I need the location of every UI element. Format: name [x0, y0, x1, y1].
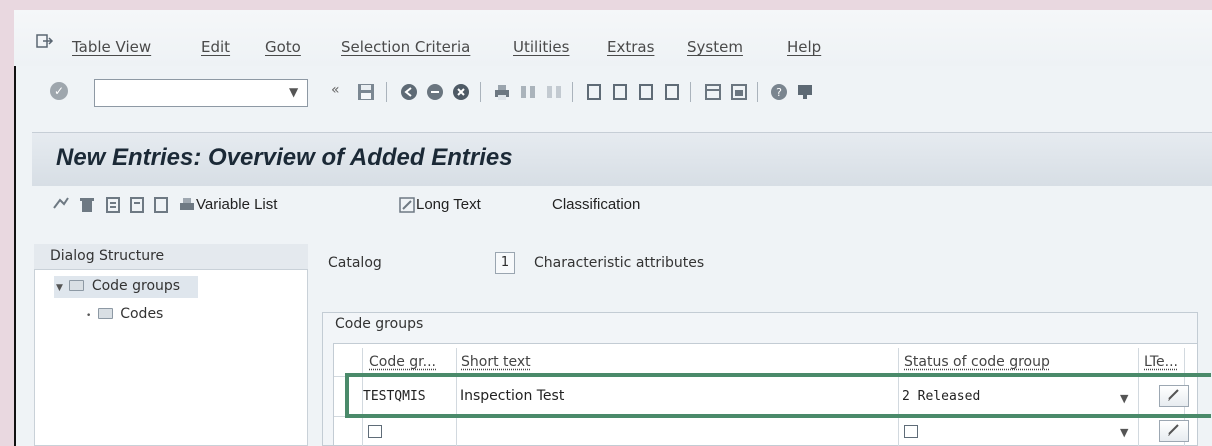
toolbar-separator — [480, 82, 481, 102]
command-field-dropdown-icon[interactable]: ▼ — [289, 85, 298, 99]
svg-text:?: ? — [776, 86, 782, 99]
code-groups-title: Code groups — [335, 316, 424, 332]
expand-icon[interactable]: ▼ — [56, 283, 63, 293]
folder-icon — [69, 280, 85, 291]
folder-icon — [97, 308, 113, 319]
menu-edit[interactable]: Edit — [201, 38, 230, 56]
dialog-structure-panel — [34, 244, 308, 446]
checkbox-icon[interactable] — [904, 425, 918, 438]
menu-help[interactable]: Help — [787, 38, 821, 56]
customize-layout-icon[interactable] — [795, 82, 815, 102]
first-page-icon[interactable] — [584, 82, 604, 102]
column-header-code-group[interactable]: Code gr... — [369, 354, 436, 370]
enter-icon[interactable]: ✓ — [50, 82, 68, 100]
menu-utilities[interactable]: Utilities — [513, 38, 569, 56]
exit-icon[interactable] — [425, 82, 445, 102]
catalog-description: Characteristic attributes — [534, 255, 705, 271]
display-change-icon[interactable] — [52, 196, 70, 214]
create-session-icon[interactable] — [703, 82, 723, 102]
menu-goto[interactable]: Goto — [265, 38, 301, 56]
toolbar-separator — [690, 82, 691, 102]
tree-item-label: Codes — [120, 306, 164, 322]
history-back-icon[interactable]: « — [331, 82, 340, 98]
column-header-status[interactable]: Status of code group — [904, 354, 1050, 370]
column-header-short-text[interactable]: Short text — [461, 354, 531, 370]
find-next-icon[interactable] — [544, 82, 564, 102]
previous-page-icon[interactable] — [610, 82, 630, 102]
long-text-icon[interactable] — [398, 196, 416, 214]
print-icon[interactable] — [178, 196, 196, 214]
menu-table-view[interactable]: Table View — [72, 38, 151, 56]
last-page-icon[interactable] — [662, 82, 682, 102]
select-block-icon[interactable] — [128, 196, 146, 214]
long-text-button[interactable]: Long Text — [416, 196, 481, 213]
back-icon[interactable] — [399, 82, 419, 102]
help-icon[interactable]: ? — [769, 82, 789, 102]
cancel-icon[interactable] — [451, 82, 471, 102]
edit-pencil-icon — [1168, 424, 1179, 436]
shortcut-icon[interactable] — [729, 82, 749, 102]
variable-list-button[interactable]: Variable List — [196, 196, 277, 213]
next-page-icon[interactable] — [636, 82, 656, 102]
checkbox-icon[interactable] — [368, 425, 382, 438]
menu-selection-criteria[interactable]: Selection Criteria — [341, 38, 470, 56]
column-header-long-text[interactable]: LTe... — [1144, 354, 1178, 370]
catalog-label: Catalog — [328, 255, 382, 271]
long-text-edit-button[interactable] — [1159, 420, 1189, 442]
tree-item-label: Code groups — [91, 278, 181, 294]
print-icon[interactable] — [492, 82, 512, 102]
command-field[interactable] — [94, 79, 308, 107]
status-dropdown-icon[interactable]: ▼ — [1120, 426, 1128, 439]
deselect-all-icon[interactable] — [152, 196, 170, 214]
delete-icon[interactable] — [78, 196, 96, 214]
menu-system[interactable]: System — [687, 38, 743, 56]
find-icon[interactable] — [518, 82, 538, 102]
tree-item-code-groups[interactable]: ▼ Code groups — [54, 276, 198, 298]
tree-item-codes[interactable]: • Codes — [86, 306, 163, 322]
save-icon[interactable] — [356, 82, 376, 102]
classification-button[interactable]: Classification — [552, 196, 640, 213]
toolbar-separator — [386, 82, 387, 102]
toolbar-separator — [572, 82, 573, 102]
menu-extras[interactable]: Extras — [607, 38, 654, 56]
toolbar-separator — [757, 82, 758, 102]
select-all-icon[interactable] — [104, 196, 122, 214]
catalog-value-field: 1 — [495, 252, 515, 274]
dialog-structure-header: Dialog Structure — [34, 244, 308, 270]
row-highlight-box — [345, 373, 1211, 418]
bullet-icon: • — [86, 311, 92, 321]
menu-exit-icon[interactable] — [36, 34, 54, 48]
page-title: New Entries: Overview of Added Entries — [56, 144, 513, 171]
